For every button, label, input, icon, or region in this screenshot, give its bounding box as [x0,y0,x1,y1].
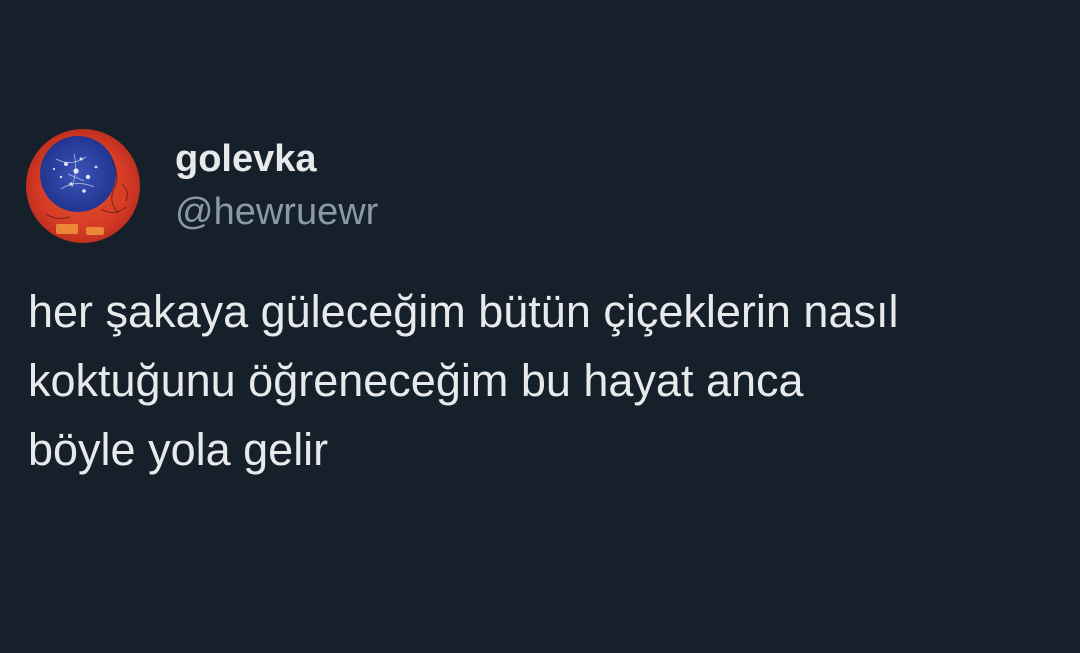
user-handle[interactable]: @hewruewr [175,190,378,234]
tweet-text: her şakaya güleceğim bütün çiçeklerin na… [28,277,1073,484]
tweet-card: golevka @hewruewr her şakaya güleceğim b… [0,0,1080,653]
album-art-avatar-icon [26,129,140,243]
tweet-text-line-3: böyle yola gelir [28,424,329,475]
tweet-text-line-2: koktuğunu öğreneceğim bu hayat anca [28,355,804,406]
tweet-text-line-1: her şakaya güleceğim bütün çiçeklerin na… [28,286,899,337]
display-name[interactable]: golevka [175,137,317,181]
avatar[interactable] [26,129,140,243]
